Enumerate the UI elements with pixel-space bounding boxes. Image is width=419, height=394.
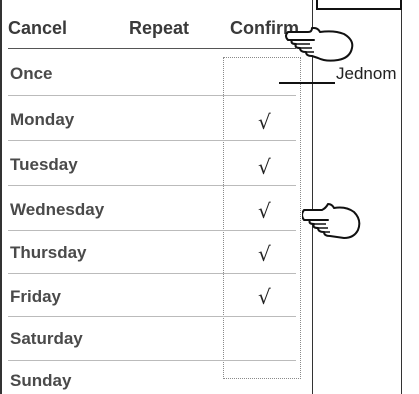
annotation-top-bracket bbox=[316, 0, 402, 10]
header-divider bbox=[8, 48, 296, 49]
day-option-sunday[interactable]: Sunday bbox=[10, 371, 71, 391]
row-divider bbox=[8, 185, 296, 186]
row-divider bbox=[8, 273, 296, 274]
annotation-pointer-line bbox=[279, 82, 335, 84]
row-divider bbox=[8, 316, 296, 317]
day-option-tuesday[interactable]: Tuesday bbox=[10, 155, 78, 175]
day-option-once[interactable]: Once bbox=[10, 64, 53, 84]
row-divider bbox=[8, 230, 296, 231]
day-option-thursday[interactable]: Thursday bbox=[10, 243, 87, 263]
row-divider bbox=[8, 95, 296, 96]
annotation-label: Jednom bbox=[336, 64, 397, 83]
day-option-saturday[interactable]: Saturday bbox=[10, 329, 83, 349]
day-option-monday[interactable]: Monday bbox=[10, 110, 74, 130]
pointing-hand-icon bbox=[285, 27, 354, 62]
thursday-checkmark[interactable]: √ bbox=[258, 242, 271, 266]
pointing-hand-icon bbox=[302, 203, 361, 239]
row-divider bbox=[8, 140, 296, 141]
annotation-vertical-line bbox=[401, 0, 402, 394]
row-divider bbox=[8, 360, 296, 361]
dialog-title: Repeat bbox=[129, 18, 190, 38]
cancel-button[interactable]: Cancel bbox=[8, 18, 67, 39]
dialog-header: Cancel Repeat Confirm bbox=[8, 18, 308, 48]
friday-checkmark[interactable]: √ bbox=[258, 285, 271, 309]
panel-left-border bbox=[0, 0, 2, 394]
tuesday-checkmark[interactable]: √ bbox=[258, 155, 271, 179]
day-option-friday[interactable]: Friday bbox=[10, 287, 61, 307]
monday-checkmark[interactable]: √ bbox=[258, 110, 271, 134]
wednesday-checkmark[interactable]: √ bbox=[258, 199, 271, 223]
day-option-wednesday[interactable]: Wednesday bbox=[10, 200, 104, 220]
